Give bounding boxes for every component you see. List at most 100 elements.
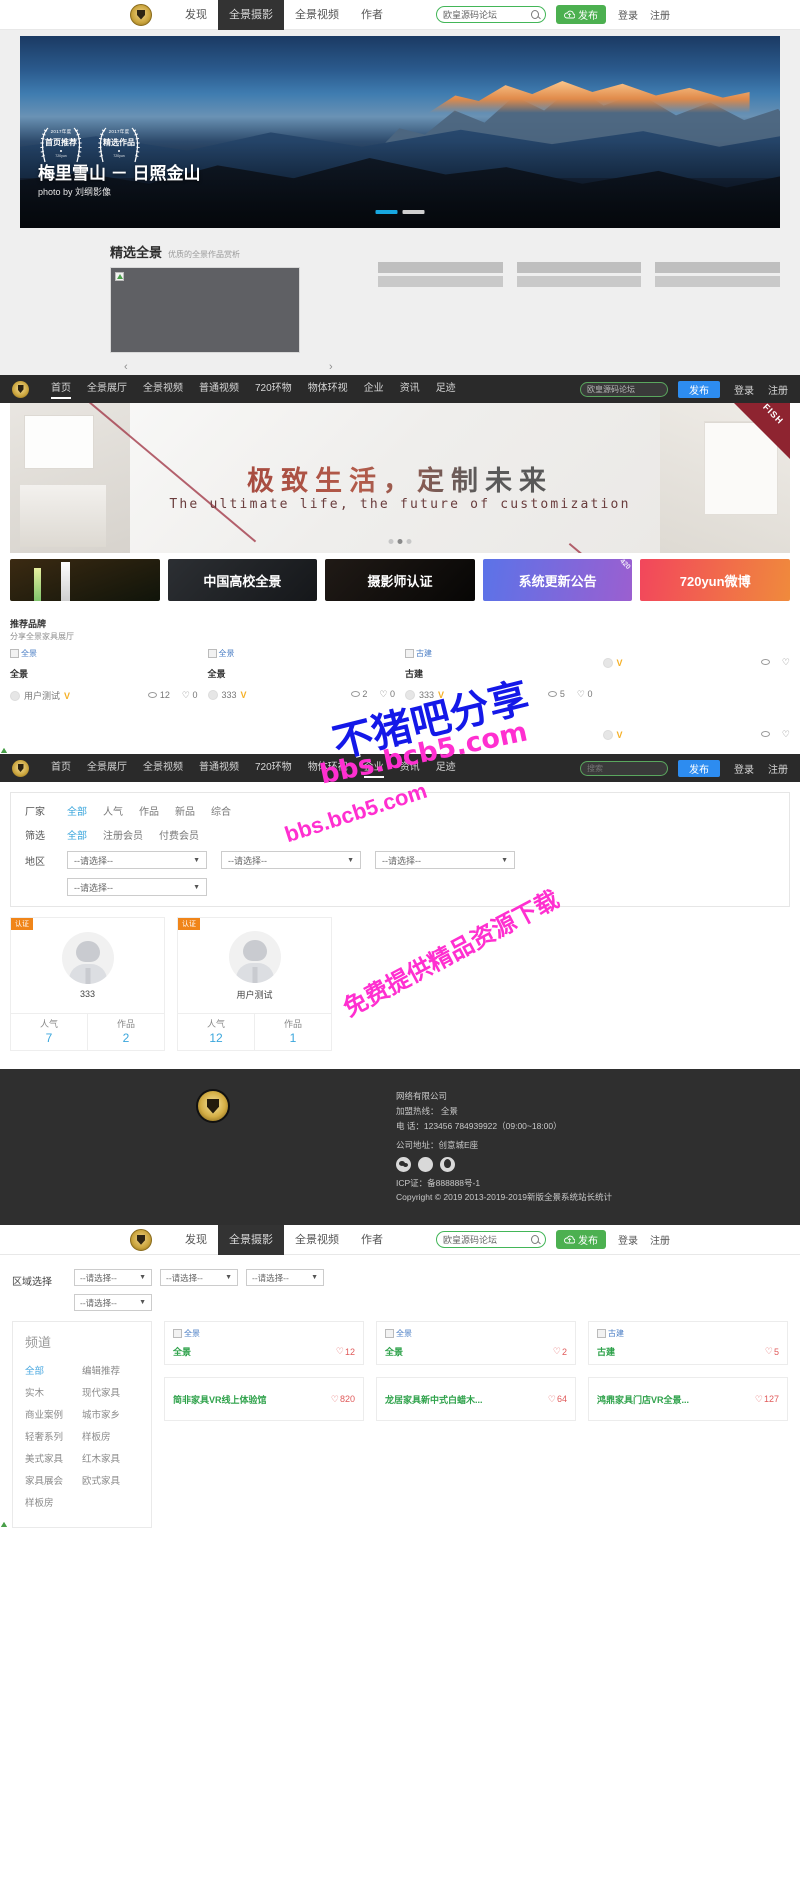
work-card[interactable]: 全景 全景 ♡ 12 xyxy=(164,1321,364,1366)
chevron-left-icon[interactable]: ‹ xyxy=(124,361,128,373)
author-card[interactable]: 认证 用户测试 人气 12 作品 1 xyxy=(177,917,332,1051)
filter-option[interactable]: 全部 xyxy=(67,827,87,842)
work-card[interactable]: 龙居家具新中式白蜡木... ♡ 64 xyxy=(376,1377,576,1422)
dnav-item-normal-video[interactable]: 普通视频 xyxy=(191,754,247,782)
search-input[interactable] xyxy=(443,9,531,20)
publish-button[interactable]: 发布 xyxy=(678,759,720,777)
publish-button[interactable]: 发布 xyxy=(678,380,720,398)
qq-icon[interactable] xyxy=(440,1156,455,1172)
filter-option[interactable]: 作品 xyxy=(139,803,159,818)
nav-item-discover[interactable]: 发现 xyxy=(174,1225,218,1255)
work-card[interactable]: 鸿鼎家具门店VR全景... ♡ 127 xyxy=(588,1377,788,1422)
search-input[interactable] xyxy=(443,1234,531,1245)
login-link[interactable]: 登录 xyxy=(734,382,754,397)
wechat-icon[interactable] xyxy=(396,1156,411,1172)
filter-option[interactable]: 付费会员 xyxy=(159,827,199,842)
channel-item[interactable]: 欧式家具 xyxy=(82,1469,139,1491)
channel-item[interactable]: 样板房 xyxy=(82,1425,139,1447)
region-select-province[interactable]: --请选择-- ▼ xyxy=(67,851,207,869)
brand-card[interactable]: 全景 全景 用户测试 V 12 ♡ 0 xyxy=(10,648,198,702)
login-link[interactable]: 登录 xyxy=(734,761,754,776)
dnav-item-720-object[interactable]: 720环物 xyxy=(247,754,300,782)
shield-logo-icon[interactable] xyxy=(130,1228,152,1251)
weibo-icon[interactable] xyxy=(418,1156,433,1172)
dnav-item-pano-video[interactable]: 全景视频 xyxy=(135,375,191,403)
brand-card[interactable] xyxy=(405,720,593,740)
search-box[interactable] xyxy=(436,1231,546,1249)
work-card[interactable]: 古建 古建 ♡ 5 xyxy=(588,1321,788,1366)
carousel-dot[interactable] xyxy=(375,210,398,214)
region-select-city[interactable]: --请选择-- ▼ xyxy=(221,851,361,869)
filter-option[interactable]: 综合 xyxy=(211,803,231,818)
search-box[interactable] xyxy=(580,381,668,397)
channel-item[interactable]: 美式家具 xyxy=(25,1447,82,1469)
work-card[interactable]: 全景 全景 ♡ 2 xyxy=(376,1321,576,1366)
channel-item[interactable]: 红木家具 xyxy=(82,1447,139,1469)
shield-logo-icon[interactable] xyxy=(12,759,29,777)
login-link[interactable]: 登录 xyxy=(618,7,638,22)
region-select-extra[interactable]: --请选择-- ▼ xyxy=(67,878,207,896)
search-input[interactable] xyxy=(587,763,661,773)
dnav-item-pano-video[interactable]: 全景视频 xyxy=(135,754,191,782)
dnav-item-normal-video[interactable]: 普通视频 xyxy=(191,375,247,403)
region-select-district[interactable]: --请选择-- ▼ xyxy=(375,851,515,869)
dnav-item-enterprise[interactable]: 企业 xyxy=(356,754,392,782)
dnav-item-footprint[interactable]: 足迹 xyxy=(428,754,464,782)
shield-logo-icon[interactable] xyxy=(130,3,152,26)
channel-item[interactable]: 商业案例 xyxy=(25,1403,82,1425)
nav-item-discover[interactable]: 发现 xyxy=(174,0,218,30)
nav-item-pano-video[interactable]: 全景视频 xyxy=(284,0,350,30)
promo-system-update-card[interactable]: 420 系统更新公告 xyxy=(482,559,633,601)
author-card[interactable]: 认证 333 人气 7 作品 2 xyxy=(10,917,165,1051)
area-select-4[interactable]: --请选择-- ▼ xyxy=(74,1294,152,1312)
area-select-3[interactable]: --请选择-- ▼ xyxy=(246,1269,324,1287)
brand-card[interactable]: 古建 古建 333 V 5 ♡ 0 xyxy=(405,648,593,702)
carousel-dot[interactable] xyxy=(397,539,403,544)
shield-logo-icon[interactable] xyxy=(12,380,29,398)
register-link[interactable]: 注册 xyxy=(650,1232,670,1247)
work-card[interactable]: 简非家具VR线上体验馆 ♡ 820 xyxy=(164,1377,364,1422)
promo-photographer-cert-card[interactable]: 摄影师认证 xyxy=(325,559,475,601)
search-icon[interactable] xyxy=(531,10,539,19)
dnav-item-home[interactable]: 首页 xyxy=(43,375,79,403)
nav-item-author[interactable]: 作者 xyxy=(350,1225,394,1255)
dnav-item-footprint[interactable]: 足迹 xyxy=(428,375,464,403)
search-box[interactable] xyxy=(436,6,546,23)
dnav-item-news[interactable]: 资讯 xyxy=(392,754,428,782)
chevron-right-icon[interactable]: › xyxy=(329,361,333,373)
carousel-dot[interactable] xyxy=(388,539,394,544)
area-select-1[interactable]: --请选择-- ▼ xyxy=(74,1269,152,1287)
carousel-dots[interactable] xyxy=(375,210,425,214)
nav-item-author[interactable]: 作者 xyxy=(350,0,394,30)
promo-rocket-card[interactable] xyxy=(10,559,160,601)
dnav-item-object-view[interactable]: 物体环视 xyxy=(300,375,356,403)
dnav-item-object-view[interactable]: 物体环视 xyxy=(300,754,356,782)
search-input[interactable] xyxy=(587,384,661,394)
promo-weibo-card[interactable]: 720yun微博 xyxy=(640,559,790,601)
nav-item-pano-video[interactable]: 全景视频 xyxy=(284,1225,350,1255)
brand-card[interactable] xyxy=(10,720,198,740)
promo-university-card[interactable]: 中国高校全景 xyxy=(167,559,318,601)
publish-button[interactable]: 发布 xyxy=(556,1230,606,1250)
channel-item[interactable]: 实木 xyxy=(25,1381,82,1403)
banner-carousel-dots[interactable] xyxy=(388,539,412,544)
brand-card[interactable]: V ♡ xyxy=(602,648,790,702)
channel-item-all[interactable]: 全部 xyxy=(25,1359,82,1381)
furniture-banner[interactable]: FISH 极致生活，定制未来 The ultimate life, the fu… xyxy=(10,403,790,553)
brand-card[interactable] xyxy=(208,720,396,740)
dnav-item-news[interactable]: 资讯 xyxy=(392,375,428,403)
carousel-dot[interactable] xyxy=(402,210,425,214)
brand-card[interactable]: 全景 全景 333 V 2 ♡ 0 xyxy=(207,648,395,702)
register-link[interactable]: 注册 xyxy=(768,382,788,397)
brand-card[interactable]: V ♡ xyxy=(602,720,790,740)
channel-item[interactable]: 样板房 xyxy=(25,1491,82,1513)
filter-option[interactable]: 注册会员 xyxy=(103,827,143,842)
dnav-item-home[interactable]: 首页 xyxy=(43,754,79,782)
login-link[interactable]: 登录 xyxy=(618,1232,638,1247)
dnav-item-pano-gallery[interactable]: 全景展厅 xyxy=(79,754,135,782)
filter-option[interactable]: 全部 xyxy=(67,803,87,818)
channel-item[interactable]: 家具展会 xyxy=(25,1469,82,1491)
register-link[interactable]: 注册 xyxy=(768,761,788,776)
hero-carousel[interactable]: 2017年度 首页推荐 720yun 2017年度 精选作品 720yun 梅里… xyxy=(20,36,780,228)
filter-option[interactable]: 新品 xyxy=(175,803,195,818)
